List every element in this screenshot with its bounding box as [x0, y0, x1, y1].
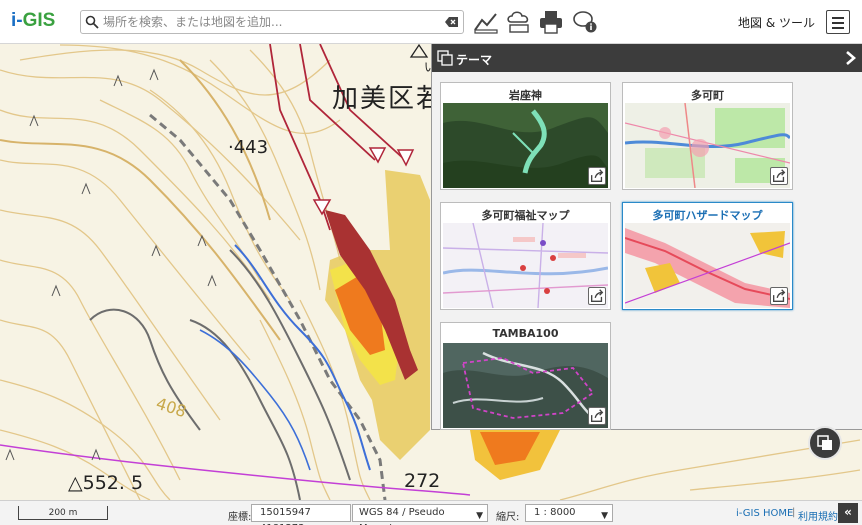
map-label-elevation-272: 272: [404, 470, 441, 492]
menu-icon-bar: [832, 22, 844, 24]
layers-toggle-button[interactable]: [808, 426, 842, 460]
scale-value: 1 : 8000: [534, 507, 576, 518]
print-button[interactable]: [537, 8, 565, 36]
scale-bar: 200 m: [18, 506, 108, 520]
print-icon: [540, 11, 562, 34]
theme-card-title: TAMBA100: [492, 327, 559, 340]
theme-card-title: 岩座神: [509, 89, 542, 102]
theme-card-title: 多可町福祉マップ: [481, 209, 570, 222]
srs-select[interactable]: WGS 84 / Pseudo Mercator ▼: [352, 504, 488, 525]
theme-panel-title: テーマ: [456, 53, 493, 67]
scale-label: 縮尺:: [496, 512, 520, 523]
theme-panel: テーマ 岩座神 多可町 多可町福祉マップ 多可町ハザードマップ TAMBA100: [431, 44, 862, 430]
measure-tool-button[interactable]: [472, 8, 500, 36]
menu-icon-bar: [832, 17, 844, 19]
share-icon[interactable]: [588, 407, 606, 425]
share-icon[interactable]: [770, 287, 788, 305]
logo-gis: GIS: [22, 10, 56, 31]
coord-label: 座標:: [228, 512, 252, 523]
layer-save-button[interactable]: [505, 8, 533, 36]
info-icon: [573, 11, 597, 33]
collapse-bar-button[interactable]: «: [838, 503, 858, 523]
theme-card-iwasagami[interactable]: 岩座神: [440, 82, 611, 190]
chevron-down-icon: ▼: [601, 511, 608, 521]
chevron-down-icon: ▼: [476, 511, 483, 521]
layers-icon: [437, 50, 453, 66]
layer-save-icon: [507, 11, 529, 33]
theme-thumbnail: [443, 223, 608, 308]
theme-thumbnail: [625, 223, 790, 308]
terms-link[interactable]: 利用規約: [798, 508, 838, 523]
app-logo[interactable]: i-GIS: [11, 10, 55, 32]
search-input[interactable]: [103, 13, 433, 31]
map-label-town: 加美区若: [332, 84, 445, 114]
logo-i: i-: [11, 10, 23, 31]
search-box: [80, 10, 464, 34]
theme-card-welfare-map[interactable]: 多可町福祉マップ: [440, 202, 611, 310]
measure-icon: [474, 13, 498, 34]
theme-card-title: 多可町ハザードマップ: [652, 209, 763, 222]
map-label-elevation-552: △552. 5: [68, 472, 144, 494]
theme-card-hazard-map[interactable]: 多可町ハザードマップ: [622, 202, 793, 310]
share-icon[interactable]: [770, 167, 788, 185]
coord-display: 15015947 4181273: [251, 504, 351, 525]
link-separator: |: [792, 507, 796, 518]
map-label-elevation-443: ·443: [228, 137, 269, 158]
chevron-right-icon[interactable]: [845, 50, 857, 66]
theme-thumbnail: [443, 103, 608, 188]
share-icon[interactable]: [588, 167, 606, 185]
menu-button[interactable]: [826, 10, 850, 34]
top-bar: i-GIS 場所を検索、または地図を追加... 地図 & ツール: [0, 0, 862, 44]
theme-card-taka-town[interactable]: 多可町: [622, 82, 793, 190]
igis-home-link[interactable]: i-GIS HOME: [736, 508, 793, 519]
search-icon[interactable]: [85, 15, 99, 29]
share-icon[interactable]: [588, 287, 606, 305]
theme-thumbnail: [443, 343, 608, 428]
srs-value: WGS 84 / Pseudo Mercator: [359, 507, 445, 525]
menu-icon-bar: [832, 27, 844, 29]
map-tools-label[interactable]: 地図 & ツール: [738, 14, 815, 31]
layers-icon: [817, 435, 832, 450]
status-bar: 200 m 座標: 15015947 4181273 WGS 84 / Pseu…: [0, 500, 862, 525]
scale-select[interactable]: 1 : 8000 ▼: [525, 504, 613, 522]
theme-card-title: 多可町: [691, 89, 724, 102]
theme-panel-header: テーマ: [432, 44, 862, 72]
theme-thumbnail: [625, 103, 790, 188]
clear-search-icon[interactable]: [445, 16, 459, 28]
info-button[interactable]: [571, 8, 599, 36]
theme-card-tamba100[interactable]: TAMBA100: [440, 322, 611, 430]
